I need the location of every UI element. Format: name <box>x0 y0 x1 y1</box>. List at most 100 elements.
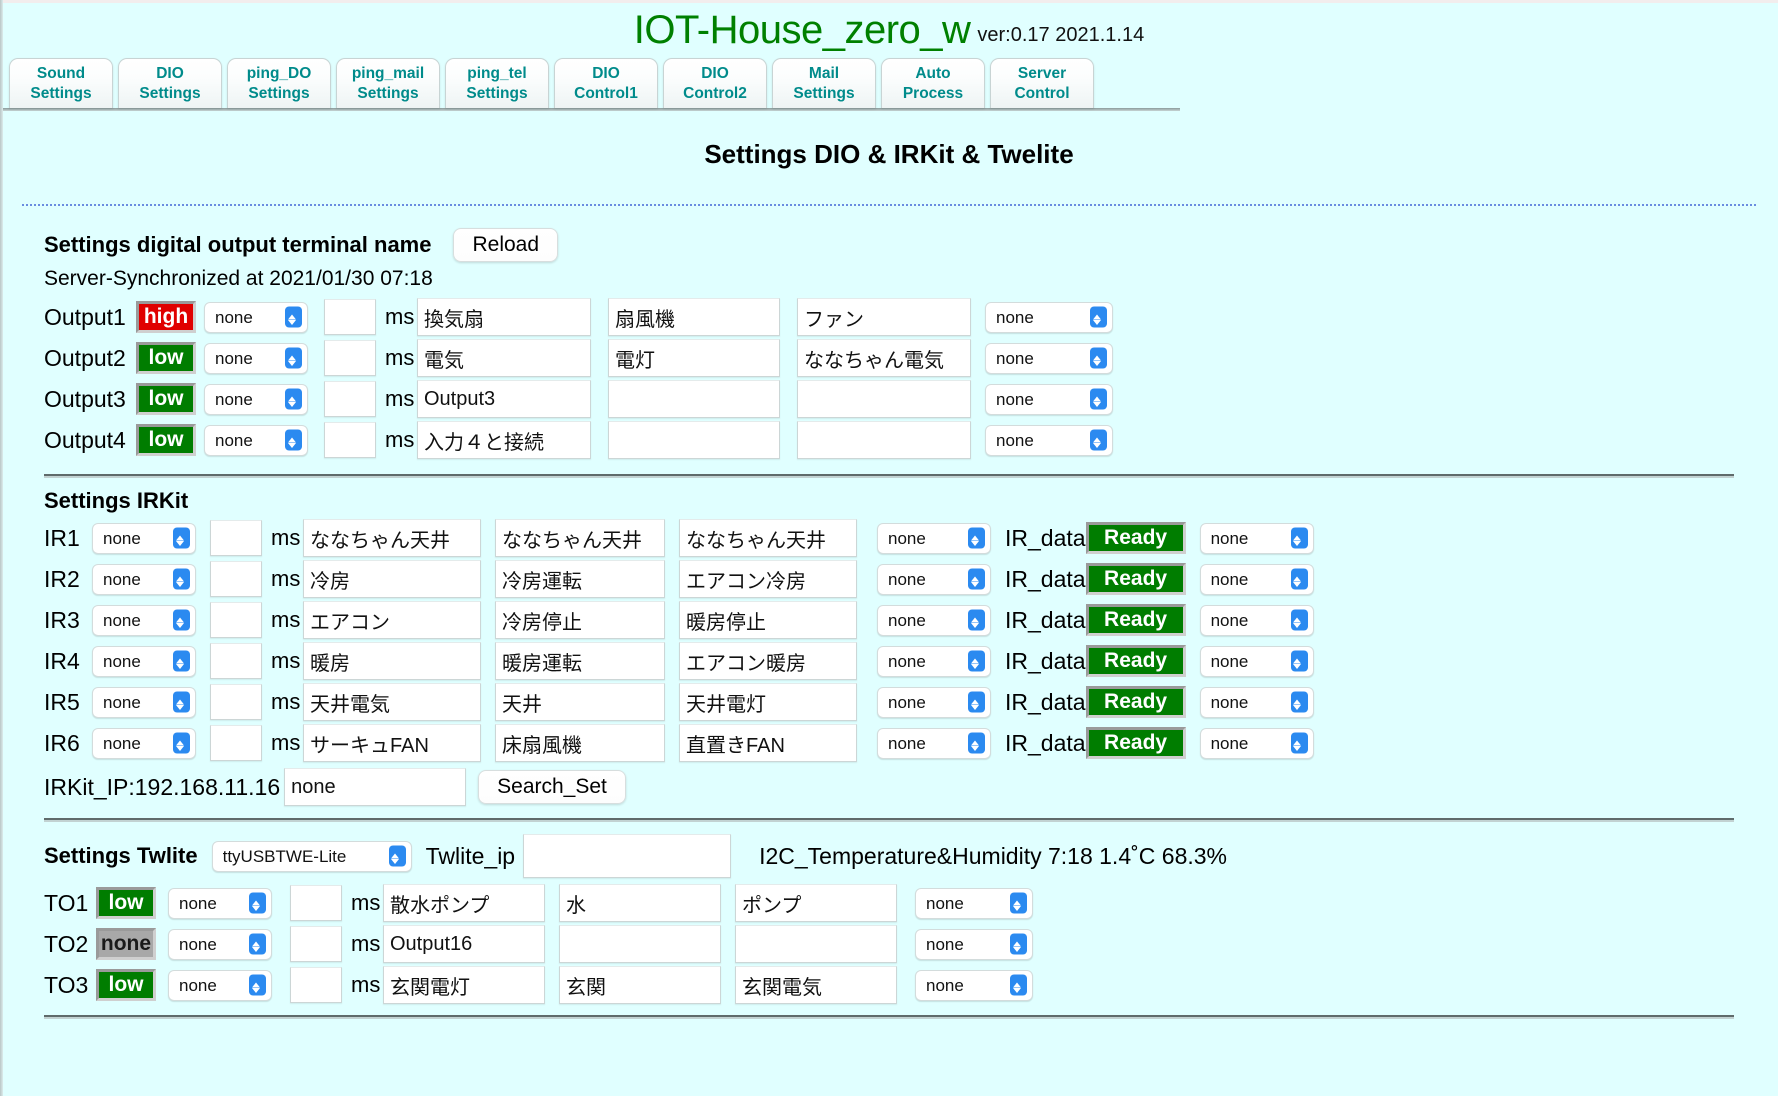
dio-mode-select[interactable]: none <box>204 301 308 333</box>
twlite-device-select-wrap[interactable]: ttyUSBTWE-Lite <box>211 840 412 872</box>
dio-mode-select[interactable]: none <box>204 342 308 374</box>
irkit-name3-input[interactable] <box>679 601 857 639</box>
dio-state-badge[interactable]: low <box>136 383 196 415</box>
irkit-mode-select[interactable]: none <box>92 522 196 554</box>
tab-ping-do-settings[interactable]: ping_DO Settings <box>227 58 331 108</box>
irkit-action-select[interactable]: none <box>877 645 991 677</box>
irkit-action-select[interactable]: none <box>877 686 991 718</box>
twlite-action-select[interactable]: none <box>915 928 1033 960</box>
irkit-name3-input[interactable] <box>679 519 857 557</box>
dio-mode-select-wrap[interactable]: none <box>204 342 308 374</box>
dio-name2-input[interactable] <box>608 421 780 459</box>
dio-mode-select-wrap[interactable]: none <box>204 383 308 415</box>
irkit-name2-input[interactable] <box>495 519 665 557</box>
irkit-name1-input[interactable] <box>303 683 481 721</box>
irkit-mode-select-wrap[interactable]: none <box>92 604 196 636</box>
irkit-name1-input[interactable] <box>303 724 481 762</box>
irkit-status-badge[interactable]: Ready <box>1085 522 1186 554</box>
twlite-state-badge[interactable]: low <box>96 887 156 919</box>
dio-name1-input[interactable] <box>417 298 591 336</box>
tab-mail-settings[interactable]: Mail Settings <box>772 58 876 108</box>
irkit-mode-select[interactable]: none <box>92 604 196 636</box>
irkit-mode-select[interactable]: none <box>92 563 196 595</box>
irkit-action-select-wrap[interactable]: none <box>877 522 991 554</box>
dio-name3-input[interactable] <box>797 298 971 336</box>
irkit-name2-input[interactable] <box>495 560 665 598</box>
irkit-mode-select-wrap[interactable]: none <box>92 563 196 595</box>
irkit-name3-input[interactable] <box>679 642 857 680</box>
dio-ms-input[interactable] <box>324 340 376 376</box>
twlite-mode-select[interactable]: none <box>168 969 272 1001</box>
irkit-ms-input[interactable] <box>210 561 262 597</box>
twlite-name2-input[interactable] <box>559 966 721 1004</box>
twlite-mode-select[interactable]: none <box>168 887 272 919</box>
dio-name1-input[interactable] <box>417 380 591 418</box>
irkit-ms-input[interactable] <box>210 520 262 556</box>
twlite-ms-input[interactable] <box>290 926 342 962</box>
irkit-ms-input[interactable] <box>210 602 262 638</box>
twlite-name1-input[interactable] <box>383 966 545 1004</box>
irkit-ms-input[interactable] <box>210 725 262 761</box>
dio-mode-select-wrap[interactable]: none <box>204 301 308 333</box>
irkit-name1-input[interactable] <box>303 519 481 557</box>
irkit-mode-select-wrap[interactable]: none <box>92 686 196 718</box>
twlite-device-select[interactable]: ttyUSBTWE-Lite <box>211 840 412 872</box>
dio-action-select-wrap[interactable]: none <box>985 424 1113 456</box>
dio-action-select[interactable]: none <box>985 301 1113 333</box>
twlite-name2-input[interactable] <box>559 925 721 963</box>
tab-server-control[interactable]: Server Control <box>990 58 1094 108</box>
dio-state-badge[interactable]: low <box>136 424 196 456</box>
twlite-ip-input[interactable] <box>523 834 732 878</box>
dio-action-select[interactable]: none <box>985 383 1113 415</box>
tab-ping-mail-settings[interactable]: ping_mail Settings <box>336 58 440 108</box>
twlite-name1-input[interactable] <box>383 884 545 922</box>
twlite-name3-input[interactable] <box>735 925 897 963</box>
irkit-trailing-select-wrap[interactable]: none <box>1199 522 1314 554</box>
tab-auto-process[interactable]: Auto Process <box>881 58 985 108</box>
irkit-status-badge[interactable]: Ready <box>1085 686 1186 718</box>
irkit-mode-select[interactable]: none <box>92 686 196 718</box>
irkit-action-select-wrap[interactable]: none <box>877 604 991 636</box>
twlite-name2-input[interactable] <box>559 884 721 922</box>
dio-name1-input[interactable] <box>417 421 591 459</box>
twlite-mode-select-wrap[interactable]: none <box>168 928 272 960</box>
irkit-name2-input[interactable] <box>495 724 665 762</box>
irkit-mode-select[interactable]: none <box>92 645 196 677</box>
dio-state-badge[interactable]: low <box>136 342 196 374</box>
twlite-mode-select-wrap[interactable]: none <box>168 969 272 1001</box>
twlite-action-select-wrap[interactable]: none <box>915 887 1033 919</box>
dio-mode-select[interactable]: none <box>204 424 308 456</box>
irkit-mode-select-wrap[interactable]: none <box>92 522 196 554</box>
irkit-action-select-wrap[interactable]: none <box>877 727 991 759</box>
irkit-ms-input[interactable] <box>210 684 262 720</box>
irkit-name3-input[interactable] <box>679 560 857 598</box>
twlite-name3-input[interactable] <box>735 966 897 1004</box>
dio-name3-input[interactable] <box>797 380 971 418</box>
irkit-action-select-wrap[interactable]: none <box>877 563 991 595</box>
irkit-name2-input[interactable] <box>495 601 665 639</box>
twlite-name1-input[interactable] <box>383 925 545 963</box>
twlite-action-select-wrap[interactable]: none <box>915 928 1033 960</box>
irkit-trailing-select-wrap[interactable]: none <box>1199 727 1314 759</box>
irkit-name2-input[interactable] <box>495 683 665 721</box>
twlite-action-select[interactable]: none <box>915 969 1033 1001</box>
irkit-name1-input[interactable] <box>303 601 481 639</box>
irkit-name3-input[interactable] <box>679 683 857 721</box>
irkit-trailing-select[interactable]: none <box>1199 727 1314 759</box>
reload-button[interactable]: Reload <box>453 228 559 262</box>
tab-sound-settings[interactable]: Sound Settings <box>9 58 113 108</box>
search-set-button[interactable]: Search_Set <box>478 770 626 804</box>
irkit-action-select-wrap[interactable]: none <box>877 645 991 677</box>
dio-name3-input[interactable] <box>797 339 971 377</box>
tab-dio-control1[interactable]: DIO Control1 <box>554 58 658 108</box>
twlite-state-badge[interactable]: none <box>96 928 156 960</box>
twlite-ms-input[interactable] <box>290 885 342 921</box>
dio-ms-input[interactable] <box>324 299 376 335</box>
irkit-ms-input[interactable] <box>210 643 262 679</box>
irkit-status-badge[interactable]: Ready <box>1085 727 1186 759</box>
irkit-action-select-wrap[interactable]: none <box>877 686 991 718</box>
tab-dio-control2[interactable]: DIO Control2 <box>663 58 767 108</box>
dio-mode-select[interactable]: none <box>204 383 308 415</box>
irkit-action-select[interactable]: none <box>877 604 991 636</box>
tab-dio-settings[interactable]: DIO Settings <box>118 58 222 108</box>
